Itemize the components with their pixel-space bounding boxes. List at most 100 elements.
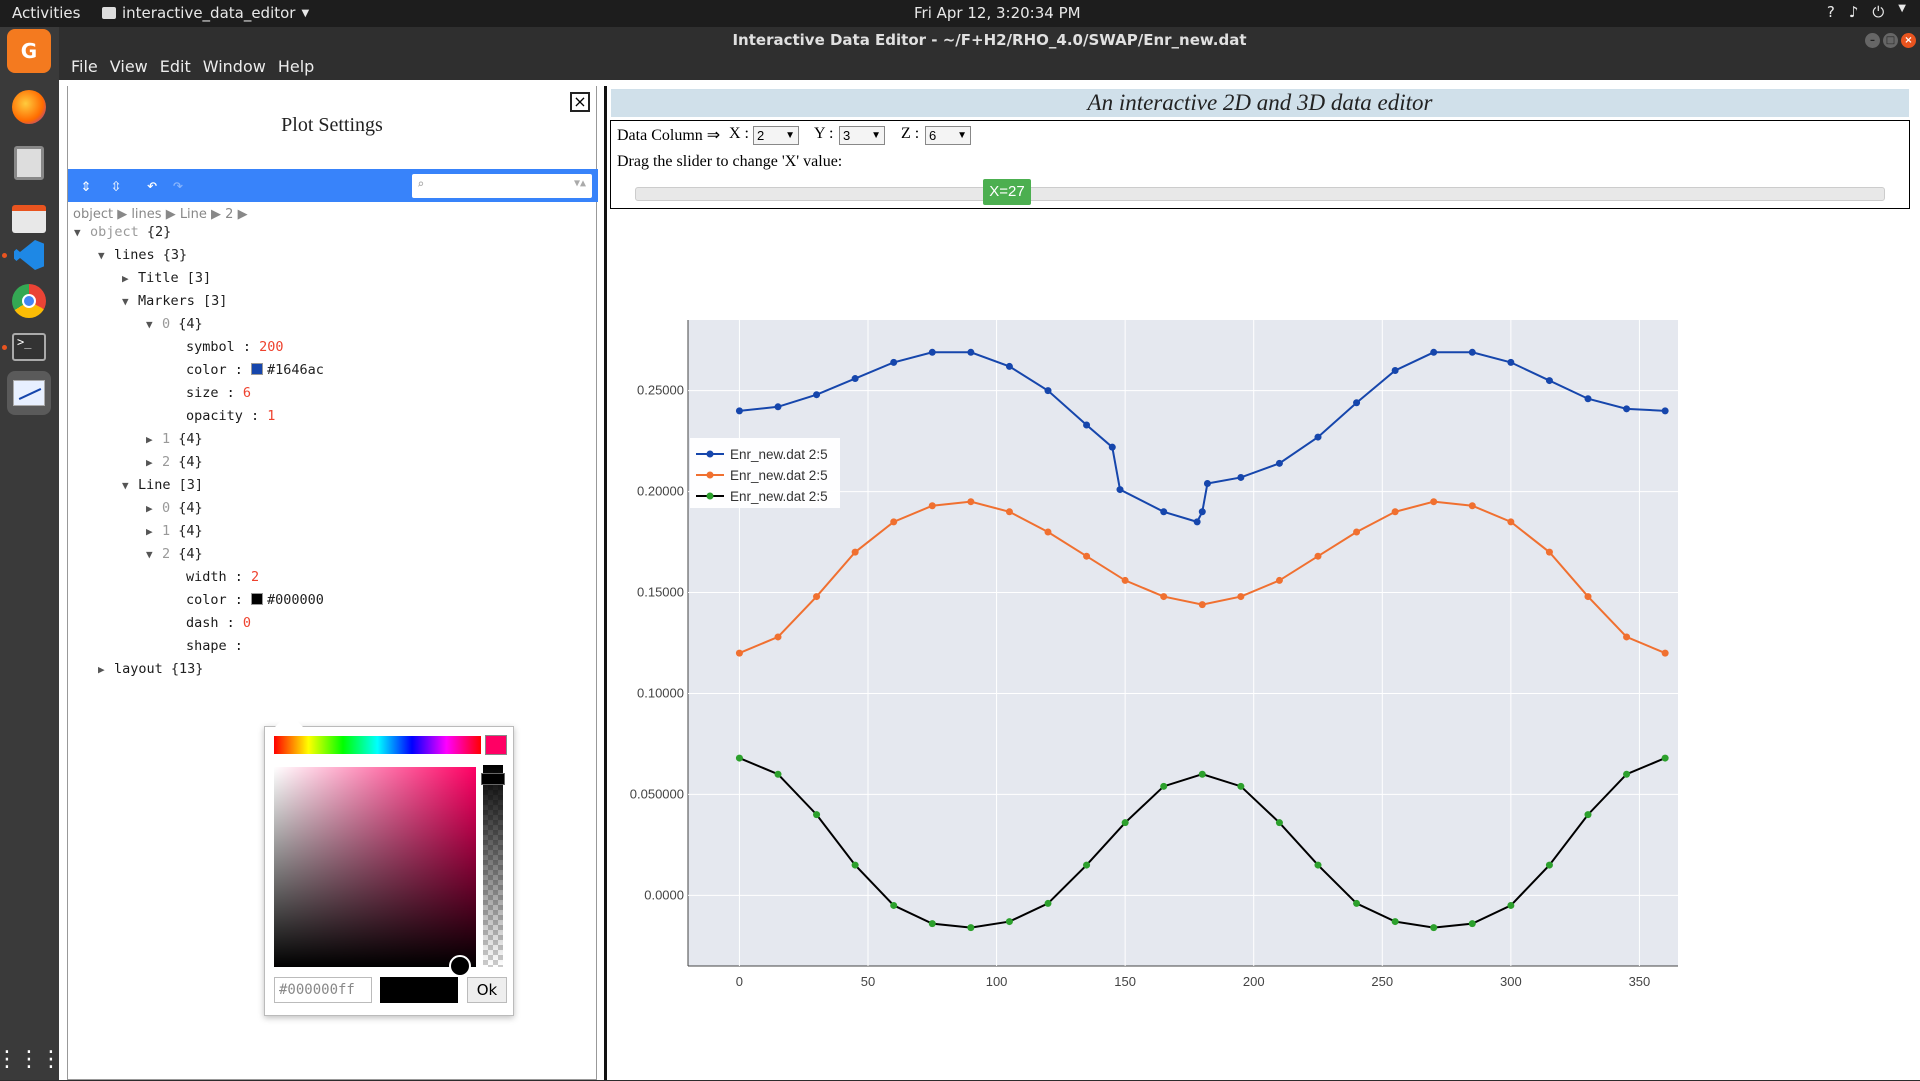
clock[interactable]: Fri Apr 12, 3:20:34 PM	[914, 4, 1081, 22]
menu-file[interactable]: File	[65, 54, 104, 80]
search-input[interactable]: ⌕ ▼▲	[412, 174, 592, 198]
firefox-icon[interactable]	[7, 85, 51, 129]
chrome-icon[interactable]	[7, 279, 51, 323]
data-point	[928, 920, 936, 928]
alpha-handle[interactable]	[481, 773, 505, 785]
editor-banner: An interactive 2D and 3D data editor	[611, 89, 1909, 117]
tree-row[interactable]: ▶ Title [3]	[122, 270, 211, 292]
expanded-icon[interactable]: ▼	[122, 295, 138, 308]
z-column-select[interactable]: 6 ▼	[925, 126, 971, 145]
data-point	[1237, 593, 1245, 601]
x-column-select[interactable]: 2 ▼	[753, 126, 799, 145]
value-field[interactable]: 6	[243, 385, 251, 401]
tree-row[interactable]: size : 6	[186, 385, 251, 407]
tree-row[interactable]: ▼ object {2}	[74, 224, 171, 246]
tree-row[interactable]: ▶ layout {13}	[98, 661, 203, 683]
tree-row[interactable]: ▶ 0 {4}	[146, 500, 203, 522]
calculator-icon[interactable]	[7, 141, 51, 185]
color-selector-knob[interactable]	[449, 955, 471, 977]
data-point	[967, 348, 975, 356]
collapsed-icon[interactable]: ▶	[122, 272, 138, 285]
x-slider-handle[interactable]: X=27	[983, 179, 1031, 205]
tree-row[interactable]: ▼ lines {3}	[98, 247, 187, 269]
redo-icon[interactable]: ↷	[166, 174, 190, 198]
tree-row[interactable]: ▼ 0 {4}	[146, 316, 203, 338]
data-point	[1661, 754, 1669, 762]
chevron-down-icon: ▼	[1898, 3, 1906, 14]
value-field[interactable]: 1	[267, 408, 275, 424]
data-point	[1623, 405, 1631, 413]
expanded-icon[interactable]: ▼	[74, 226, 90, 239]
data-point	[735, 407, 743, 415]
collapsed-icon[interactable]: ▶	[98, 663, 114, 676]
data-point	[1584, 593, 1592, 601]
collapsed-icon[interactable]: ▶	[146, 456, 162, 469]
menu-window[interactable]: Window	[197, 54, 272, 80]
pdf-app-icon[interactable]: G	[7, 29, 51, 73]
app-menu[interactable]: interactive_data_editor ▼	[102, 4, 309, 22]
menu-edit[interactable]: Edit	[154, 54, 197, 80]
tree-row[interactable]: ▶ 1 {4}	[146, 523, 203, 545]
menu-view[interactable]: View	[104, 54, 154, 80]
data-point	[967, 498, 975, 506]
color-picker: #000000ff Ok	[264, 713, 514, 1016]
maximize-button[interactable]: □	[1883, 33, 1898, 48]
y-tick-label: 0.10000	[637, 685, 684, 700]
y-column-select[interactable]: 3 ▼	[839, 126, 885, 145]
alpha-slider[interactable]	[483, 765, 503, 967]
expanded-icon[interactable]: ▼	[98, 249, 114, 262]
legend-marker	[706, 450, 714, 458]
tree-row[interactable]: ▼ 2 {4}	[146, 546, 203, 568]
tree-row[interactable]: ▶ 2 {4}	[146, 454, 203, 476]
menu-bar: File View Edit Window Help	[59, 54, 1920, 80]
data-editor-icon[interactable]	[7, 371, 51, 415]
ok-button[interactable]: Ok	[467, 977, 507, 1003]
collapsed-icon[interactable]: ▶	[146, 502, 162, 515]
tree-row[interactable]: ▼ Line [3]	[122, 477, 203, 499]
collapsed-icon[interactable]: ▶	[146, 433, 162, 446]
tree-row[interactable]: color : #1646ac	[186, 362, 324, 384]
data-point	[1005, 918, 1013, 926]
close-window-button[interactable]: ×	[1901, 33, 1916, 48]
color-swatch[interactable]	[251, 593, 264, 605]
collapsed-icon[interactable]: ▶	[146, 525, 162, 538]
tree-row[interactable]: shape :	[186, 638, 243, 660]
tree-row[interactable]: opacity : 1	[186, 408, 275, 430]
close-panel-button[interactable]: ×	[570, 92, 590, 112]
vscode-icon[interactable]	[7, 233, 51, 277]
expanded-icon[interactable]: ▼	[146, 548, 162, 561]
data-point	[1430, 924, 1438, 932]
plot-area[interactable]: 0 50 100 150 200 250 300 350 0.0000 0.050000 0.100…	[607, 216, 1917, 1076]
minimize-button[interactable]: –	[1865, 33, 1880, 48]
dock: G >_ ⋮⋮⋮	[0, 27, 62, 1081]
expand-all-icon[interactable]: ⇕	[74, 174, 98, 198]
value-field[interactable]: 200	[259, 339, 283, 355]
tree-row[interactable]: ▼ Markers [3]	[122, 293, 227, 315]
chevron-down-icon: ▼	[957, 130, 967, 141]
system-tray[interactable]: ? ♪ ⏻ ▼	[1827, 3, 1906, 21]
saturation-value-area[interactable]	[274, 767, 476, 967]
value-field[interactable]: 2	[251, 569, 259, 585]
tree-row[interactable]: color : #000000	[186, 592, 324, 614]
tree-row[interactable]: ▶ 1 {4}	[146, 431, 203, 453]
tree-row[interactable]: symbol : 200	[186, 339, 284, 361]
hex-input[interactable]: #000000ff	[274, 977, 372, 1003]
undo-icon[interactable]: ↶	[140, 174, 164, 198]
expanded-icon[interactable]: ▼	[122, 479, 138, 492]
color-swatch[interactable]	[251, 363, 264, 375]
data-point	[1391, 366, 1399, 374]
expanded-icon[interactable]: ▼	[146, 318, 162, 331]
menu-help[interactable]: Help	[272, 54, 320, 80]
hue-slider[interactable]	[274, 736, 481, 754]
tree-row[interactable]: dash : 0	[186, 615, 251, 637]
data-point	[1237, 782, 1245, 790]
x-slider-track[interactable]	[635, 187, 1885, 201]
show-apps-icon[interactable]: ⋮⋮⋮	[0, 1037, 62, 1081]
collapse-all-icon[interactable]: ⇳	[104, 174, 128, 198]
value-field[interactable]: 0	[243, 615, 251, 631]
tree-row[interactable]: width : 2	[186, 569, 259, 591]
breadcrumb[interactable]: object ▶ lines ▶ Line ▶ 2 ▶	[73, 207, 248, 222]
search-icon: ⌕	[417, 177, 425, 191]
activities-button[interactable]: Activities	[12, 4, 80, 22]
terminal-icon[interactable]: >_	[7, 325, 51, 369]
